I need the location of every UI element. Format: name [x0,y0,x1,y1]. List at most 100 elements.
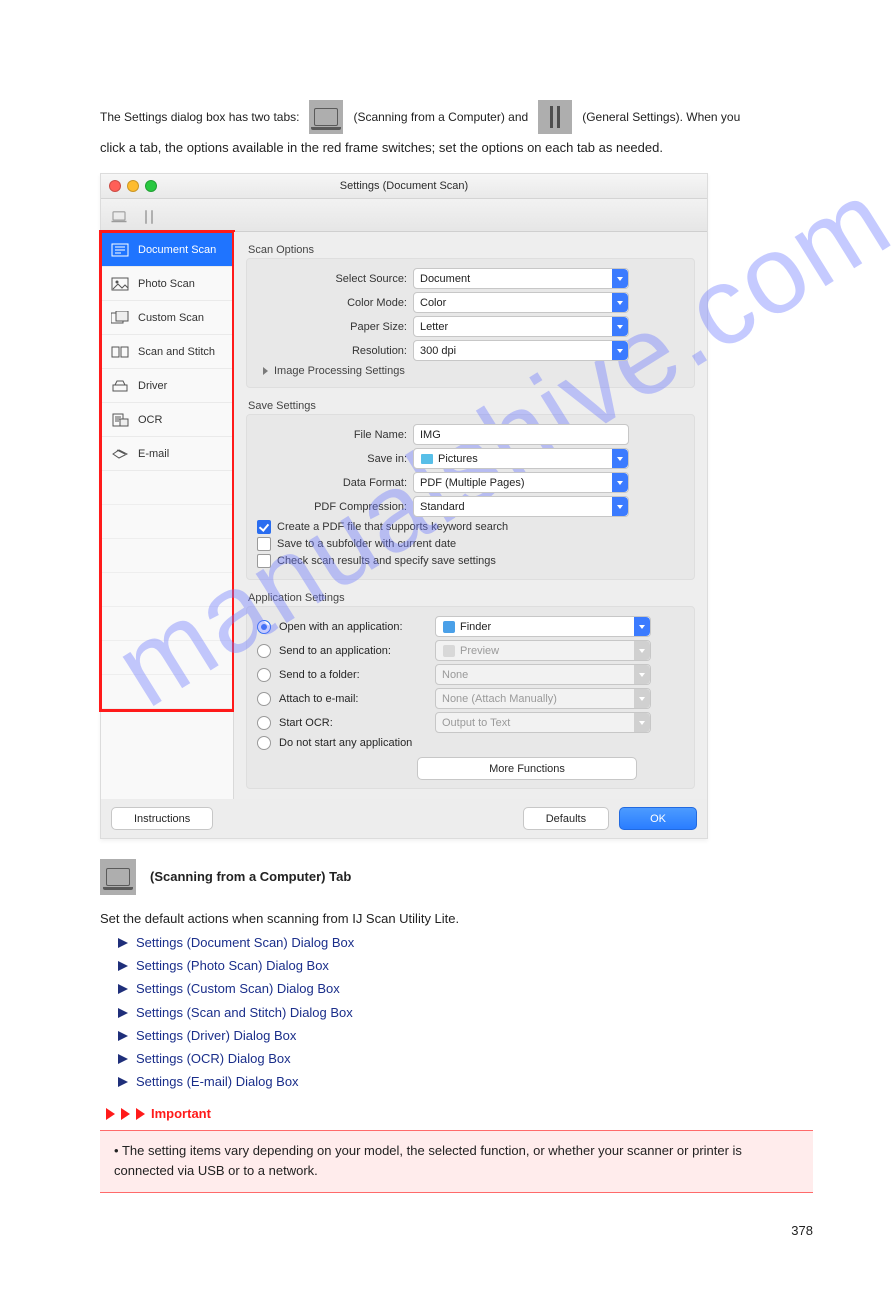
titlebar: Settings (Document Scan) [101,174,707,199]
intro-text-3: (General Settings). When you [582,110,740,124]
sidebar-item-document-scan[interactable]: Document Scan [102,233,232,267]
link-ocr[interactable]: Settings (OCR) Dialog Box [100,1049,813,1069]
label-resolution: Resolution: [257,345,407,357]
link-text: Settings (Document Scan) Dialog Box [136,933,354,953]
email-icon [110,446,130,462]
arrow-icon [118,961,128,971]
link-driver[interactable]: Settings (Driver) Dialog Box [100,1026,813,1046]
save-in-dropdown[interactable]: Pictures [413,448,629,469]
preview-icon [442,644,456,658]
section-save-settings: File Name: IMG Save in: Pictures Data Fo… [246,414,695,580]
select-source-dropdown[interactable]: Document [413,268,629,289]
tab-scan-from-computer-icon[interactable] [109,207,129,227]
radio-label: Attach to e-mail: [279,693,429,705]
resolution-dropdown[interactable]: 300 dpi [413,340,629,361]
link-document-scan[interactable]: Settings (Document Scan) Dialog Box [100,933,813,953]
checkbox-icon[interactable] [257,554,271,568]
ok-button[interactable]: OK [619,807,697,830]
radio-icon[interactable] [257,692,271,706]
checkbox-icon[interactable] [257,537,271,551]
sidebar-label: Driver [138,380,167,392]
image-processing-label: Image Processing Settings [274,365,405,377]
row-paper-size: Paper Size: Letter [257,316,684,337]
scanning-from-computer-icon [100,859,136,895]
radio-do-not-start[interactable]: Do not start any application [257,736,684,750]
paper-size-dropdown[interactable]: Letter [413,316,629,337]
radio-open-with-application[interactable]: Open with an application: Finder [257,616,684,637]
driver-icon [110,378,130,394]
settings-link-list: Settings (Document Scan) Dialog Box Sett… [100,933,813,1092]
row-file-name: File Name: IMG [257,424,684,445]
link-text: Settings (Custom Scan) Dialog Box [136,979,340,999]
finder-icon [442,620,456,634]
radio-send-to-folder[interactable]: Send to a folder: None [257,664,684,685]
disclosure-triangle-icon [263,367,268,375]
link-text: Settings (Photo Scan) Dialog Box [136,956,329,976]
intro-line-2: click a tab, the options available in th… [100,140,813,155]
label-data-format: Data Format: [257,477,407,489]
pdf-compression-dropdown[interactable]: Standard [413,496,629,517]
sidebar-item-driver[interactable]: Driver [102,369,232,403]
sidebar-item-scan-and-stitch[interactable]: Scan and Stitch [102,335,232,369]
page-number: 378 [100,1223,813,1238]
open-with-dropdown[interactable]: Finder [435,616,651,637]
defaults-button[interactable]: Defaults [523,807,609,830]
important-note: • The setting items vary depending on yo… [100,1130,813,1192]
sidebar-label: Document Scan [138,244,216,256]
sidebar-item-photo-scan[interactable]: Photo Scan [102,267,232,301]
important-label: Important [151,1104,211,1124]
minimize-icon[interactable] [127,180,139,192]
radio-send-to-application[interactable]: Send to an application: Preview [257,640,684,661]
checkbox-subfolder[interactable]: Save to a subfolder with current date [257,537,684,551]
row-pdf-compression: PDF Compression: Standard [257,496,684,517]
intro-paragraph: The Settings dialog box has two tabs: (S… [100,100,813,134]
file-name-input[interactable]: IMG [413,424,629,445]
row-color-mode: Color Mode: Color [257,292,684,313]
radio-icon[interactable] [257,620,271,634]
radio-icon[interactable] [257,668,271,682]
section-scan-options: Select Source: Document Color Mode: Colo… [246,258,695,388]
dialog-body: Document Scan Photo Scan Custom Scan Sca… [101,232,707,799]
radio-icon[interactable] [257,716,271,730]
row-save-in: Save in: Pictures [257,448,684,469]
checkbox-keyword-search[interactable]: Create a PDF file that supports keyword … [257,520,684,534]
link-custom-scan[interactable]: Settings (Custom Scan) Dialog Box [100,979,813,999]
zoom-icon[interactable] [145,180,157,192]
more-functions-button[interactable]: More Functions [417,757,637,780]
sidebar: Document Scan Photo Scan Custom Scan Sca… [101,232,234,799]
window-controls[interactable] [109,180,157,192]
important-chevron-icon [106,1108,115,1120]
document-scan-icon [110,242,130,258]
tab-general-settings-icon[interactable] [139,207,159,227]
checkbox-check-results[interactable]: Check scan results and specify save sett… [257,554,684,568]
tab-info-heading-row: (Scanning from a Computer) Tab [100,859,813,895]
arrow-icon [118,984,128,994]
settings-dialog: Settings (Document Scan) Document Scan [100,173,708,839]
arrow-icon [118,1054,128,1064]
link-email[interactable]: Settings (E-mail) Dialog Box [100,1072,813,1092]
label-paper-size: Paper Size: [257,321,407,333]
radio-icon[interactable] [257,736,271,750]
intro-text-1: The Settings dialog box has two tabs: [100,110,299,124]
color-mode-dropdown[interactable]: Color [413,292,629,313]
sidebar-item-email[interactable]: E-mail [102,437,232,471]
custom-scan-icon [110,310,130,326]
disclosure-image-processing[interactable]: Image Processing Settings [263,365,684,377]
sidebar-label: Custom Scan [138,312,204,324]
radio-start-ocr[interactable]: Start OCR: Output to Text [257,712,684,733]
link-scan-and-stitch[interactable]: Settings (Scan and Stitch) Dialog Box [100,1003,813,1023]
link-photo-scan[interactable]: Settings (Photo Scan) Dialog Box [100,956,813,976]
instructions-button[interactable]: Instructions [111,807,213,830]
sidebar-item-ocr[interactable]: OCR [102,403,232,437]
ocr-icon [110,412,130,428]
scan-stitch-icon [110,344,130,360]
close-icon[interactable] [109,180,121,192]
radio-icon[interactable] [257,644,271,658]
sidebar-item-custom-scan[interactable]: Custom Scan [102,301,232,335]
radio-attach-to-email[interactable]: Attach to e-mail: None (Attach Manually) [257,688,684,709]
data-format-dropdown[interactable]: PDF (Multiple Pages) [413,472,629,493]
checkbox-label: Check scan results and specify save sett… [277,555,496,567]
important-text: The setting items vary depending on your… [114,1143,742,1178]
radio-label: Open with an application: [279,621,429,633]
checkbox-icon[interactable] [257,520,271,534]
